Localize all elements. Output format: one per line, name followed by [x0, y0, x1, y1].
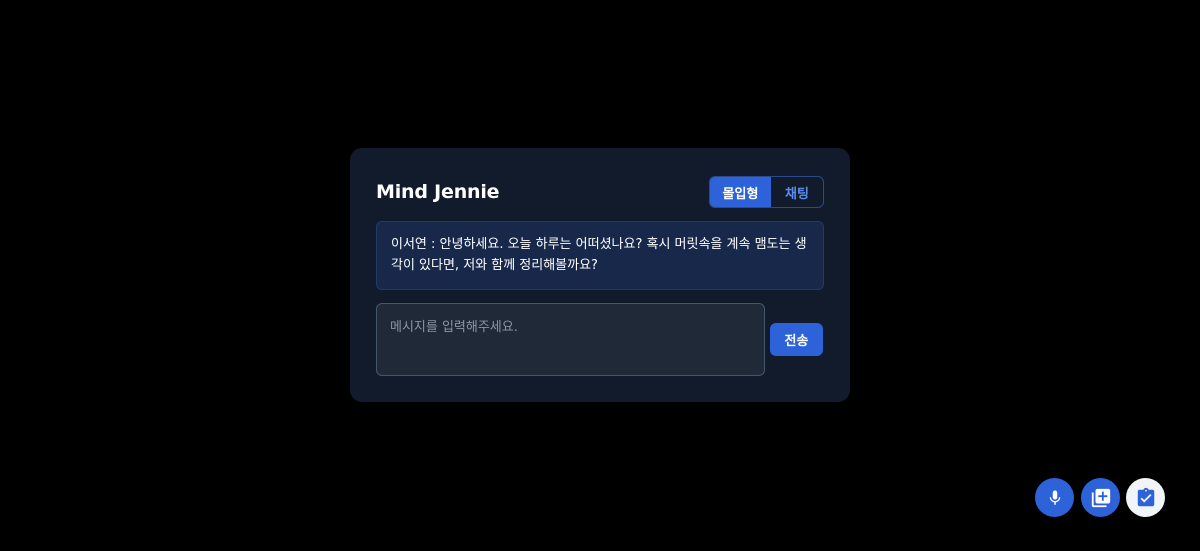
add-to-library-icon	[1091, 488, 1110, 507]
mode-chat-button[interactable]: 채팅	[771, 177, 823, 207]
send-button[interactable]: 전송	[770, 323, 823, 356]
assistant-message: 이서연 : 안녕하세요. 오늘 하루는 어떠셨나요? 혹시 머릿속을 계속 맴도…	[376, 221, 824, 290]
card-header: Mind Jennie 몰입형 채팅	[376, 175, 824, 209]
clipboard-check-icon	[1137, 487, 1154, 506]
app-title: Mind Jennie	[376, 181, 500, 203]
microphone-button[interactable]	[1035, 478, 1074, 517]
mode-toggle: 몰입형 채팅	[709, 176, 824, 208]
microphone-icon	[1049, 490, 1060, 505]
checklist-button[interactable]	[1126, 478, 1165, 517]
add-to-library-button[interactable]	[1081, 478, 1120, 517]
mode-immersive-button[interactable]: 몰입형	[710, 177, 771, 207]
message-input[interactable]	[376, 303, 765, 376]
chat-card: Mind Jennie 몰입형 채팅 이서연 : 안녕하세요. 오늘 하루는 어…	[350, 148, 850, 402]
